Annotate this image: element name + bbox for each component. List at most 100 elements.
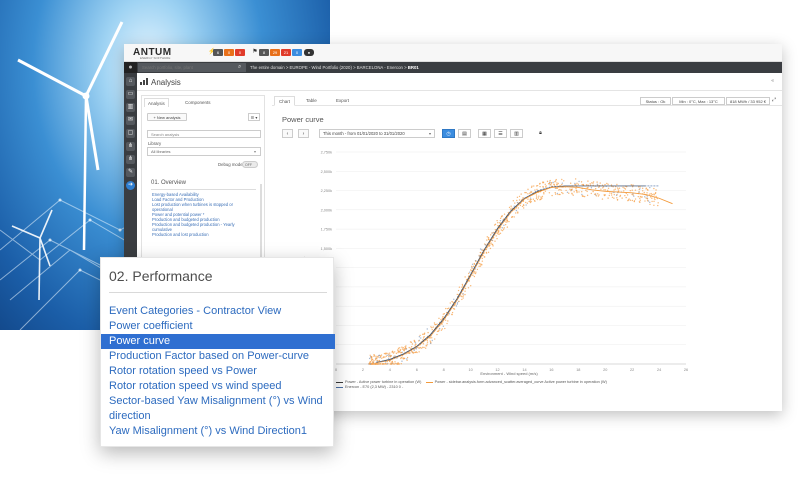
scatter-point — [581, 193, 583, 196]
new-analysis-button[interactable]: + New analysis — [147, 113, 187, 121]
scatter-point — [561, 178, 563, 181]
period-select[interactable]: This month - from 01/01/2020 to 31/01/20… — [319, 129, 435, 138]
legend-item[interactable]: Enercon - E70 (2,3 MW) - 2310 0 - — [336, 385, 403, 389]
legend-item[interactable]: Power - Active power turbine in operatio… — [336, 380, 421, 384]
network-icon[interactable]: ⋔ — [126, 155, 135, 164]
alert-badge[interactable]: 0 — [224, 49, 234, 56]
scatter-point — [649, 201, 651, 204]
scatter-point — [480, 264, 482, 266]
list-view-button[interactable]: ☰ — [494, 129, 507, 138]
scatter-point — [451, 313, 453, 316]
analysis-item[interactable]: Rotor rotation speed vs wind speed — [101, 379, 335, 394]
clock-view-button[interactable]: ◷ — [442, 129, 455, 138]
scatter-point — [401, 346, 403, 348]
scatter-point — [468, 271, 471, 273]
analysis-item-selected[interactable]: Power curve — [101, 334, 335, 349]
legend-item[interactable]: Power - sidebar.analysis.form.advanced_s… — [425, 380, 607, 384]
calendar-view-button[interactable]: ▤ — [458, 129, 471, 138]
analysis-item[interactable]: Yaw Misalignment (°) vs Wind Direction1 — [101, 424, 335, 439]
alert-badge[interactable]: 0 — [235, 49, 245, 56]
breadcrumb-item[interactable]: BARCELONA - Enercon — [357, 65, 403, 70]
home-icon[interactable]: ⌂ — [126, 77, 135, 86]
scatter-point — [408, 346, 410, 349]
tab-components[interactable]: Components — [182, 98, 214, 107]
scatter-point — [646, 197, 648, 200]
wrench-icon[interactable]: ✎ — [126, 168, 135, 177]
ticket-badge[interactable]: 8 — [259, 49, 269, 56]
scatter-point — [633, 195, 635, 197]
scatter-point — [581, 191, 583, 193]
breadcrumb-item[interactable]: EUROPE - Wind Portfolio (2020) — [290, 65, 352, 70]
energy-badge: 818 MWh / 33 952 € — [726, 97, 770, 105]
tab-chart[interactable]: Chart — [274, 96, 296, 106]
alarm-icon[interactable]: ✉ — [126, 116, 135, 125]
scatter-point — [476, 268, 479, 271]
folder-icon[interactable]: ▢ — [126, 129, 135, 138]
table-view-button[interactable]: ▥ — [510, 129, 523, 138]
analysis-item[interactable]: Event Categories - Contractor View — [101, 304, 335, 319]
user-avatar-icon[interactable]: ● — [124, 62, 137, 73]
collapse-icon[interactable]: « — [771, 78, 774, 84]
alert-badge[interactable]: 6 — [213, 49, 223, 56]
scatter-point — [392, 363, 394, 365]
previous-period-button[interactable]: ‹ — [282, 129, 293, 138]
scatter-point — [653, 200, 655, 203]
scatter-point — [586, 194, 589, 197]
add-circle-icon[interactable]: ➜ — [126, 181, 135, 190]
ticket-badge[interactable]: 0 — [292, 49, 302, 56]
scatter-point — [589, 183, 591, 185]
ticket-badge[interactable]: 29 — [270, 49, 280, 56]
scatter-point — [418, 351, 420, 353]
library-select[interactable]: All libraries ▾ — [147, 147, 261, 156]
breadcrumb-item[interactable]: The entire domain — [250, 65, 285, 70]
scatter-point — [649, 203, 651, 206]
hierarchy-icon[interactable]: ⋔ — [126, 142, 135, 151]
breadcrumb-current[interactable]: BR01 — [408, 65, 419, 70]
fullscreen-icon[interactable]: ⤢ — [772, 97, 776, 103]
scatter-point — [446, 322, 448, 325]
debug-mode-toggle[interactable]: OFF — [242, 161, 258, 168]
scatter-point — [554, 193, 557, 195]
scatter-point — [644, 200, 646, 202]
performance-menu-zoom: 02. Performance Event Categories - Contr… — [100, 257, 335, 447]
search-analysis-input[interactable]: Search analysis — [147, 130, 261, 138]
scatter-point — [607, 187, 610, 189]
options-menu-button[interactable]: ☰ ▾ — [248, 113, 260, 121]
analysis-item[interactable]: Production and lost production — [152, 232, 258, 237]
scatter-point — [391, 351, 393, 353]
next-period-button[interactable]: › — [298, 129, 309, 138]
tab-analysis[interactable]: Analysis — [144, 98, 169, 107]
scatter-point — [510, 205, 512, 207]
analysis-item[interactable]: Production Factor based on Power-curve — [101, 349, 335, 364]
scatter-point — [368, 357, 371, 360]
section-divider — [109, 292, 327, 293]
scatter-point — [385, 363, 387, 365]
analysis-item[interactable]: Sector-based Yaw Misalignment (°) vs Win… — [101, 394, 335, 424]
scatter-point — [575, 187, 577, 190]
scatter-point — [385, 355, 387, 357]
ticket-badge[interactable]: 21 — [281, 49, 291, 56]
analysis-icon[interactable]: ▥ — [126, 103, 135, 112]
grid-view-button[interactable]: ▦ — [478, 129, 491, 138]
search-icon[interactable]: ⌕ — [238, 63, 241, 72]
scatter-point — [598, 186, 600, 189]
scatter-point — [526, 202, 529, 204]
scatter-point — [524, 191, 526, 194]
tab-table[interactable]: Table — [302, 96, 321, 106]
scatter-points — [368, 178, 659, 365]
scatter-point — [573, 191, 575, 193]
analysis-item[interactable]: Rotor rotation speed vs Power — [101, 364, 335, 379]
toggle-icon[interactable]: ● — [304, 49, 314, 56]
scatter-point — [575, 189, 577, 192]
scatter-point — [556, 184, 558, 186]
monitor-icon[interactable]: ▭ — [126, 90, 135, 99]
lock-icon[interactable]: ⚑ — [252, 49, 258, 56]
portfolio-search-input[interactable] — [138, 63, 246, 72]
alerts-icon[interactable]: ⚡ — [208, 49, 215, 56]
tab-export[interactable]: Export — [332, 96, 353, 106]
lock-icon[interactable]: 🔒︎ — [534, 129, 547, 138]
scatter-point — [544, 183, 546, 185]
scatter-point — [426, 328, 428, 330]
analysis-item[interactable]: Power coefficient — [101, 319, 335, 334]
marketing-composite: ? ⚙ ANTUM ENERGY SOFTWARE ⚡ 6 0 0 ⚑ 8 29… — [0, 0, 812, 501]
